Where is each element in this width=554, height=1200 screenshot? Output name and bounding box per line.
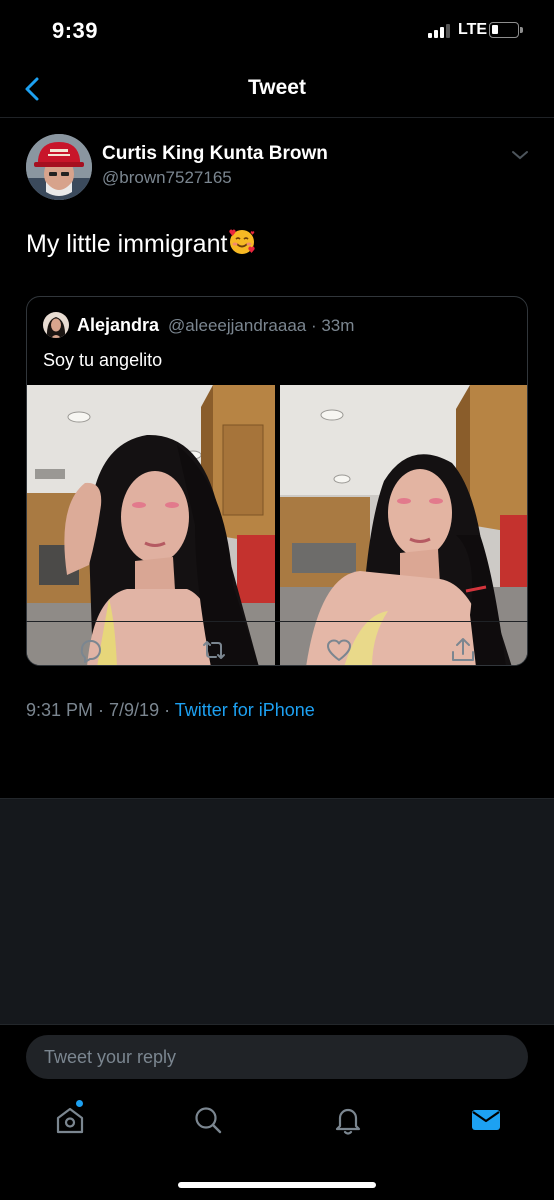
new-content-indicator	[76, 1100, 83, 1107]
home-indicator	[178, 1182, 376, 1188]
reply-button[interactable]	[76, 636, 104, 664]
smiling-face-with-hearts-icon	[228, 228, 256, 263]
status-bar: 9:39 LTE	[0, 0, 554, 60]
author-name[interactable]: Curtis King Kunta Brown	[102, 143, 328, 165]
tab-home[interactable]	[54, 1104, 86, 1136]
replies-area	[0, 798, 554, 1024]
tweet-source-link[interactable]: Twitter for iPhone	[175, 700, 315, 720]
tab-notifications[interactable]	[332, 1104, 364, 1136]
tweet-actions	[0, 622, 554, 680]
search-icon	[195, 1107, 222, 1134]
chevron-down-icon	[512, 151, 528, 160]
notifications-icon	[335, 1108, 361, 1135]
messages-icon	[472, 1110, 500, 1130]
share-button[interactable]	[449, 636, 477, 664]
timestamp-text: 9:31 PM · 7/9/19 ·	[26, 700, 175, 720]
like-button[interactable]	[325, 636, 353, 664]
status-time: 9:39	[52, 18, 99, 43]
author-handle[interactable]: @brown7527165	[102, 168, 232, 188]
navigation-bar: Tweet	[0, 60, 554, 118]
network-type: LTE	[458, 21, 488, 38]
share-icon	[452, 638, 474, 661]
reply-input[interactable]	[26, 1035, 528, 1079]
tweet-text: My little immigrant	[26, 228, 256, 263]
tweet-timestamp: 9:31 PM · 7/9/19 · Twitter for iPhone	[26, 700, 315, 721]
tab-messages[interactable]	[470, 1104, 502, 1136]
home-icon	[56, 1107, 84, 1134]
tab-search[interactable]	[192, 1104, 224, 1136]
quoted-tweet-text: Soy tu angelito	[43, 350, 163, 370]
like-icon	[327, 639, 351, 661]
quoted-author-avatar[interactable]	[43, 312, 69, 338]
reply-bar	[0, 1024, 554, 1088]
reply-icon	[80, 640, 101, 663]
quoted-author-name: Alejandra	[77, 315, 160, 335]
tab-bar	[0, 1088, 554, 1200]
retweet-button[interactable]	[200, 636, 228, 664]
signal-strength-icon	[428, 24, 454, 38]
tweet-text-content: My little immigrant	[26, 230, 228, 258]
page-title: Tweet	[248, 76, 306, 99]
author-avatar[interactable]	[26, 134, 92, 200]
retweet-icon	[203, 641, 225, 659]
battery-icon	[489, 22, 523, 38]
quoted-author-handle: @aleeejjandraaaa · 33m	[168, 316, 355, 335]
more-options-button[interactable]	[510, 148, 530, 162]
quoted-tweet[interactable]: Alejandra @aleeejjandraaaa · 33m Soy tu …	[26, 296, 528, 666]
